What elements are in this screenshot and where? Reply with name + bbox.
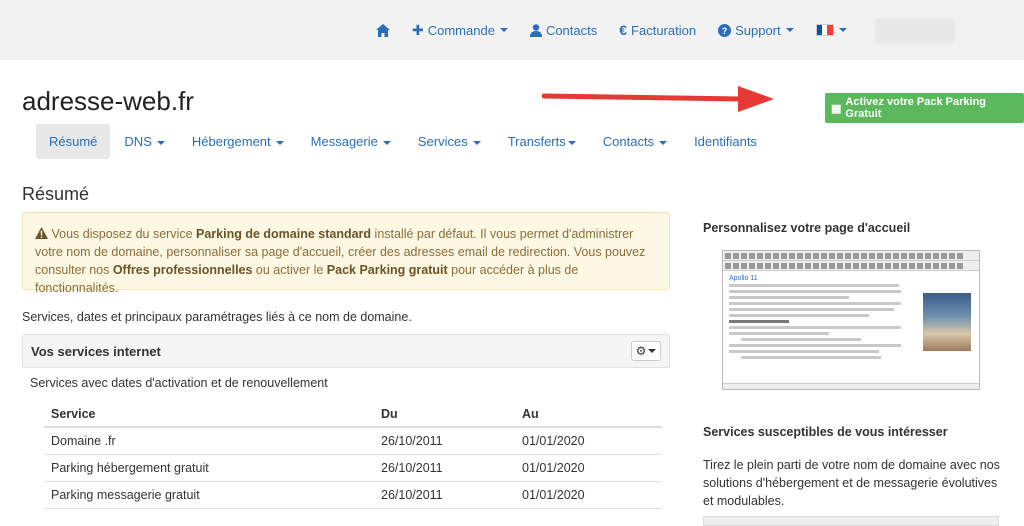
tab-label: Résumé [49, 134, 98, 149]
editor-toolbar [723, 261, 979, 271]
home-link[interactable] [376, 23, 390, 37]
end-date-cell: 01/01/2020 [515, 454, 662, 482]
editor-preview-image[interactable]: Apollo 11 [722, 250, 980, 390]
tab-messagerie[interactable]: Messagerie [298, 124, 404, 159]
editor-heading: Apollo 11 [729, 275, 758, 282]
nav-support-label: Support [735, 22, 781, 38]
chevron-down-icon [472, 140, 481, 145]
section-title: Résumé [22, 184, 90, 204]
svg-text:?: ? [722, 26, 728, 36]
start-date-cell: 26/10/2011 [374, 427, 515, 455]
domain-title: adresse-web.fr [22, 86, 194, 116]
service-cell: Parking hébergement gratuit [44, 454, 374, 482]
start-date-cell: 26/10/2011 [374, 481, 515, 509]
plus-icon: ✚ [412, 21, 424, 38]
activate-pack-button[interactable]: ▦ Activez votre Pack Parking Gratuit [825, 93, 1024, 123]
services-description: Services, dates et principaux paramétrag… [22, 310, 412, 324]
tab-label: Messagerie [310, 134, 378, 149]
alert-text: ou activer le [252, 263, 327, 277]
tab-contacts[interactable]: Contacts [590, 124, 680, 159]
services-interest-title: Services susceptibles de vous intéresser [703, 425, 948, 439]
column-header: Au [515, 402, 662, 428]
tab-transferts[interactable]: Transferts [495, 124, 589, 159]
column-header: Service [44, 402, 374, 428]
table-row: Parking hébergement gratuit 26/10/2011 0… [44, 454, 662, 482]
nav-support[interactable]: ? Support [718, 23, 794, 38]
tab-label: DNS [124, 134, 152, 149]
panel-title: Vos services internet [31, 343, 161, 359]
rocket-launch-image [923, 293, 971, 351]
chevron-down-icon [275, 140, 284, 145]
table-header-row: Service Du Au [44, 402, 662, 428]
nav-commande[interactable]: ✚ Commande [412, 22, 508, 39]
start-date-cell: 26/10/2011 [374, 454, 515, 482]
question-circle-icon: ? [718, 23, 732, 37]
domain-tabs: Résumé DNS Hébergement Messagerie Servic… [36, 124, 771, 159]
services-table: Service Du Au Domaine .fr 26/10/2011 01/… [44, 402, 662, 509]
offers-box [703, 516, 999, 526]
info-alert: Vous disposez du service Parking de doma… [22, 212, 670, 295]
french-flag-icon [815, 24, 834, 36]
home-icon [376, 23, 390, 37]
nav-contacts-label: Contacts [545, 22, 598, 38]
nav-contacts[interactable]: Contacts [529, 22, 598, 38]
chevron-down-icon [838, 28, 847, 32]
tab-resume[interactable]: Résumé [36, 124, 111, 159]
panel-subtitle: Services avec dates d'activation et de r… [30, 376, 328, 390]
language-selector[interactable] [815, 24, 847, 36]
end-date-cell: 01/01/2020 [515, 481, 662, 509]
user-account-menu[interactable] [875, 18, 955, 44]
tab-label: Services [417, 134, 468, 149]
table-row: Parking messagerie gratuit 26/10/2011 01… [44, 481, 662, 509]
tab-label: Contacts [602, 134, 655, 149]
service-cell: Parking messagerie gratuit [44, 481, 374, 509]
chevron-down-icon [382, 140, 391, 145]
offres-link[interactable]: Offres professionnelles [113, 263, 253, 277]
column-header: Du [374, 402, 515, 428]
tab-services[interactable]: Services [405, 124, 494, 159]
chevron-down-icon [567, 140, 576, 145]
grid-icon: ▦ [831, 102, 842, 115]
editor-statusbar [723, 383, 979, 389]
services-panel: Vos services internet ⚙ Services avec da… [22, 334, 670, 398]
euro-icon: € [619, 22, 628, 38]
settings-dropdown-button[interactable]: ⚙ [631, 341, 661, 361]
tab-identifiants[interactable]: Identifiants [681, 124, 770, 159]
top-nav: ✚ Commande Contacts € Facturation ? Supp… [376, 0, 869, 60]
tab-label: Hébergement [191, 134, 271, 149]
gear-icon: ⚙ [635, 344, 647, 358]
alert-text: Vous disposez du service [51, 227, 197, 241]
services-interest-text: Tirez le plein parti de votre nom de dom… [703, 458, 1000, 508]
chevron-down-icon [785, 28, 794, 32]
nav-commande-label: Commande [427, 22, 495, 38]
alert-bold: Parking de domaine standard [196, 227, 372, 241]
chevron-down-icon [499, 28, 508, 32]
tab-dns[interactable]: DNS [111, 124, 177, 159]
customize-title: Personnalisez votre page d'accueil [703, 221, 911, 235]
editor-toolbar [723, 251, 979, 261]
chevron-down-icon [648, 349, 657, 353]
pack-parking-link[interactable]: Pack Parking gratuit [327, 263, 448, 277]
nav-facturation[interactable]: € Facturation [619, 22, 696, 38]
table-row: Domaine .fr 26/10/2011 01/01/2020 [44, 427, 662, 455]
tab-label: Transferts [507, 134, 566, 149]
user-icon [529, 23, 542, 37]
tab-hebergement[interactable]: Hébergement [179, 124, 297, 159]
end-date-cell: 01/01/2020 [515, 427, 662, 455]
activate-pack-label: Activez votre Pack Parking Gratuit [845, 96, 987, 120]
annotation-arrow [542, 86, 774, 112]
chevron-down-icon [156, 140, 165, 145]
service-cell: Domaine .fr [44, 427, 374, 455]
tab-label: Identifiants [694, 134, 757, 149]
chevron-down-icon [659, 140, 668, 145]
editor-content: Apollo 11 [723, 271, 979, 366]
panel-header: Vos services internet ⚙ [22, 334, 670, 368]
warning-icon [35, 227, 48, 239]
nav-facturation-label: Facturation [631, 22, 697, 38]
